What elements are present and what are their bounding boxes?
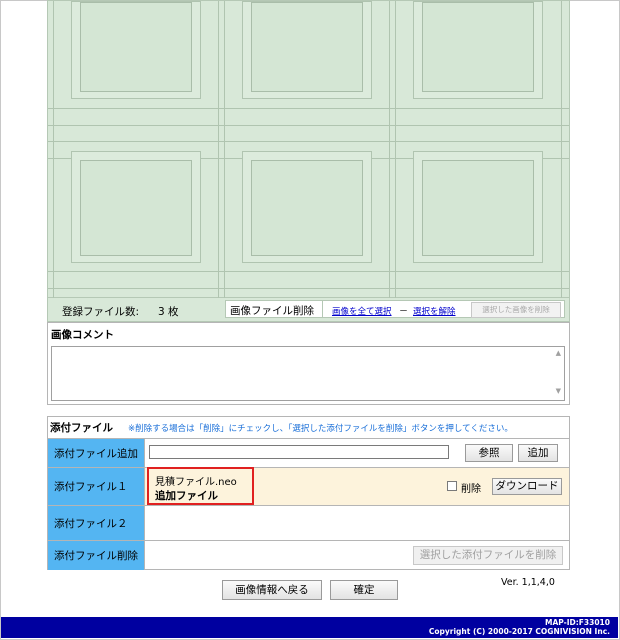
version-label: Ver. 1,1,4,0 — [501, 577, 555, 588]
image-delete-label: 画像ファイル削除 — [230, 305, 314, 317]
grid-line — [395, 1, 396, 298]
grid-line — [48, 108, 569, 109]
image-thumbnail[interactable] — [413, 151, 543, 263]
link-separator: － — [399, 307, 409, 317]
image-thumbnail[interactable] — [242, 1, 372, 99]
grid-line — [53, 1, 54, 298]
divider — [322, 301, 323, 317]
download-button[interactable]: ダウンロード — [492, 478, 562, 495]
file-count-value: 3 枚 — [158, 306, 179, 318]
deselect-images-link[interactable]: 選択を解除 — [413, 305, 456, 317]
grid-line — [218, 1, 219, 298]
attachment-file1-body: 見積ファイル.neo 追加ファイル 削除 ダウンロード — [145, 467, 569, 505]
image-file-bar: 登録ファイル数: 3 枚 画像ファイル削除 画像を全て選択 － 選択を解除 選択… — [47, 298, 570, 322]
delete-checkbox-label: 削除 — [461, 484, 481, 495]
attachment-add-row: 添付ファイル追加 参照 追加 — [48, 438, 569, 467]
scroll-up-icon[interactable]: ▲ — [556, 349, 561, 357]
delete-selected-images-button[interactable]: 選択した画像を削除 — [471, 302, 561, 318]
attachment-add-body: 参照 追加 — [145, 439, 569, 467]
footer-bar: MAP-ID:F33010 Copyright (C) 2000-2017 CO… — [1, 617, 618, 638]
image-delete-panel: 画像ファイル削除 画像を全て選択 － 選択を解除 選択した画像を削除 — [225, 300, 565, 318]
grid-line — [224, 1, 225, 298]
image-thumbnail[interactable] — [242, 151, 372, 263]
attachment-file-name: 見積ファイル.neo — [155, 477, 237, 488]
thumbnail-frame — [251, 160, 363, 256]
grid-line — [48, 288, 569, 289]
attachment-note: ※削除する場合は「削除」にチェックし、「選択した添付ファイルを削除」ボタンを押し… — [128, 424, 513, 434]
browse-button[interactable]: 参照 — [465, 444, 513, 462]
image-thumbnail[interactable] — [413, 1, 543, 99]
delete-selected-attachments-button[interactable]: 選択した添付ファイルを削除 — [413, 546, 563, 565]
thumbnail-frame — [80, 160, 192, 256]
attachment-file-tag: 追加ファイル — [155, 490, 218, 502]
grid-line — [48, 125, 569, 126]
delete-attachment-checkbox[interactable] — [447, 481, 457, 491]
image-comment-title: 画像コメント — [51, 329, 114, 341]
attachment-file-input[interactable] — [149, 445, 449, 459]
grid-line — [389, 1, 390, 298]
image-comment-section: 画像コメント ▲ ▼ — [47, 322, 570, 405]
back-to-image-info-button[interactable]: 画像情報へ戻る — [222, 580, 322, 600]
grid-line — [561, 1, 562, 298]
select-all-images-link[interactable]: 画像を全て選択 — [332, 305, 392, 317]
thumbnail-frame — [422, 2, 534, 92]
thumbnail-frame — [422, 160, 534, 256]
attachment-file2-label: 添付ファイル２ — [48, 506, 145, 540]
attachment-section: 添付ファイル ※削除する場合は「削除」にチェックし、「選択した添付ファイルを削除… — [47, 416, 570, 570]
attachment-delete-label: 添付ファイル削除 — [48, 541, 145, 570]
attachment-delete-row: 添付ファイル削除 選択した添付ファイルを削除 — [48, 540, 569, 570]
grid-line — [48, 271, 569, 272]
attachment-file1-label: 添付ファイル１ — [48, 468, 145, 505]
confirm-button[interactable]: 確定 — [330, 580, 398, 600]
image-comment-textarea[interactable] — [51, 346, 565, 401]
file-count-label: 登録ファイル数: — [62, 306, 140, 318]
add-attachment-button[interactable]: 追加 — [518, 444, 558, 462]
image-grid — [47, 0, 570, 298]
map-id-label: MAP-ID:F33010 — [545, 618, 610, 627]
attachment-add-label: 添付ファイル追加 — [48, 439, 145, 467]
image-thumbnail[interactable] — [71, 151, 201, 263]
copyright-label: Copyright (C) 2000-2017 COGNIVISION Inc. — [428, 627, 610, 636]
attachment-title: 添付ファイル — [50, 422, 113, 434]
attachment-delete-body: 選択した添付ファイルを削除 — [145, 541, 569, 570]
image-thumbnail[interactable] — [71, 1, 201, 99]
thumbnail-frame — [80, 2, 192, 92]
attachment-file2-row: 添付ファイル２ — [48, 505, 569, 540]
grid-line — [48, 141, 569, 142]
attachment-file2-body — [145, 506, 569, 540]
scroll-down-icon[interactable]: ▼ — [556, 387, 561, 395]
attachment-file1-row: 添付ファイル１ 見積ファイル.neo 追加ファイル 削除 ダウンロード — [48, 467, 569, 505]
thumbnail-frame — [251, 2, 363, 92]
